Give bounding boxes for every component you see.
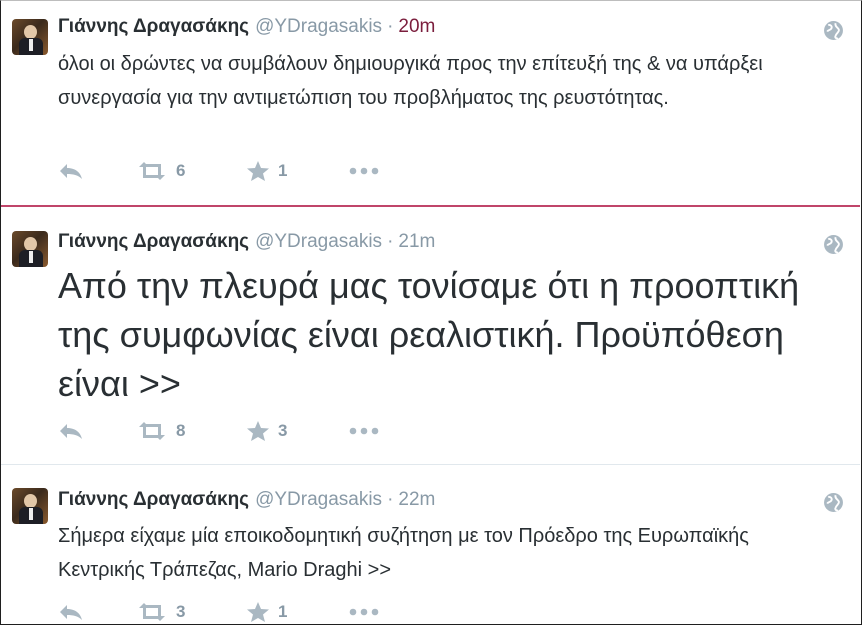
more-button[interactable] (349, 608, 379, 616)
author-handle[interactable]: @YDragasakis (255, 231, 382, 252)
retweet-icon (139, 603, 165, 621)
star-icon (247, 602, 269, 622)
more-icon (349, 167, 379, 175)
more-icon (349, 427, 379, 435)
tweet-text: Σήμερα είχαμε μία εποικοδομητική συζήτησ… (58, 525, 749, 581)
tweet-actions: 6 1 (58, 158, 379, 184)
reply-button[interactable] (58, 422, 136, 440)
retweet-button[interactable]: 6 (136, 161, 246, 181)
author-handle[interactable]: @YDragasakis (255, 16, 382, 37)
tweet-header: Γιάννης Δραγασάκης @YDragasakis · 20m (58, 16, 435, 38)
author-handle[interactable]: @YDragasakis (255, 489, 382, 510)
favorite-button[interactable]: 3 (246, 420, 349, 442)
retweet-count: 3 (176, 602, 186, 621)
separator: · (387, 231, 394, 252)
reply-button[interactable] (58, 603, 136, 621)
tweet[interactable]: Γιάννης Δραγασάκης @YDragasakis · 22m Σήμερ… (1, 466, 860, 624)
tweet-header: Γιάννης Δραγασάκης @YDragasakis · 21m (58, 231, 435, 253)
favorite-button[interactable]: 1 (246, 601, 349, 623)
favorite-button[interactable]: 1 (246, 160, 349, 182)
avatar[interactable] (12, 488, 48, 524)
tweet-actions: 8 3 (58, 418, 379, 444)
globe-icon (824, 235, 843, 254)
favorite-count: 1 (278, 602, 288, 621)
favorite-count: 1 (278, 161, 288, 180)
reply-button[interactable] (58, 162, 136, 180)
tweet[interactable]: Γιάννης Δραγασάκης @YDragasakis · 20m όλοι … (1, 1, 860, 207)
separator: · (387, 489, 394, 510)
more-icon (349, 608, 379, 616)
avatar[interactable] (12, 231, 48, 267)
tweet[interactable]: Γιάννης Δραγασάκης @YDragasakis · 21m Από τ… (1, 209, 860, 465)
favorite-count: 3 (278, 421, 288, 440)
author-name[interactable]: Γιάννης Δραγασάκης (58, 231, 249, 252)
star-icon (247, 161, 269, 181)
author-name[interactable]: Γιάννης Δραγασάκης (58, 16, 249, 37)
star-icon (247, 421, 269, 441)
reply-icon (60, 164, 82, 179)
retweet-button[interactable]: 3 (136, 602, 246, 622)
globe-icon (824, 493, 843, 512)
tweet-text: Από την πλευρά μας τονίσαμε ότι η προοπτ… (58, 265, 800, 404)
author-name[interactable]: Γιάννης Δραγασάκης (58, 489, 249, 510)
retweet-count: 8 (176, 421, 186, 440)
tweet-text: όλοι οι δρώντες να συμβάλουν δημιουργικά… (58, 53, 763, 109)
reply-icon (60, 605, 82, 620)
retweet-icon (139, 422, 165, 440)
retweet-button[interactable]: 8 (136, 421, 246, 441)
timestamp[interactable]: 22m (398, 489, 435, 510)
more-button[interactable] (349, 427, 379, 435)
reply-icon (60, 424, 82, 439)
tweet-actions: 3 1 (58, 599, 379, 625)
retweet-count: 6 (176, 161, 186, 180)
tweet-header: Γιάννης Δραγασάκης @YDragasakis · 22m (58, 489, 435, 511)
globe-icon (824, 21, 843, 40)
more-button[interactable] (349, 167, 379, 175)
timestamp[interactable]: 20m (398, 16, 435, 37)
avatar[interactable] (12, 19, 48, 55)
separator: · (387, 16, 394, 37)
timestamp[interactable]: 21m (398, 231, 435, 252)
retweet-icon (139, 162, 165, 180)
